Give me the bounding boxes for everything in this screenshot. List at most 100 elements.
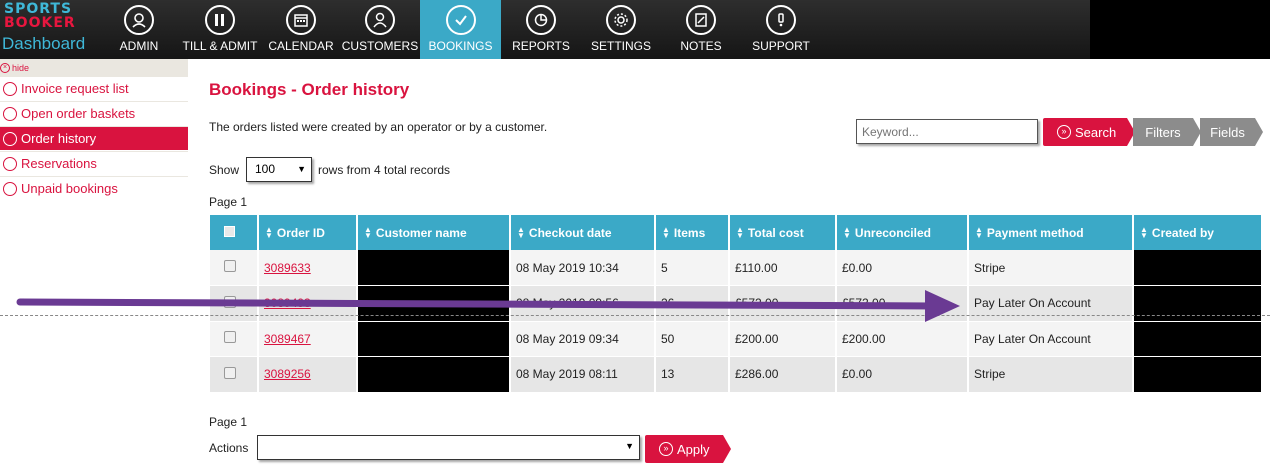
table-row: 3089633 08 May 2019 10:34 5 £110.00 £0.0… <box>210 250 1263 286</box>
customer-name-cell-redacted <box>357 356 511 393</box>
nav-bookings[interactable]: BOOKINGS <box>420 0 501 59</box>
nav-label: REPORTS <box>512 39 570 53</box>
table-header-row: ▲ ▼ Order ID ▲ ▼ Customer name ▲ ▼ Checkout da… <box>210 215 1263 250</box>
circle-icon <box>3 106 17 121</box>
intro-text: The orders listed were created by an ope… <box>209 120 548 134</box>
search-button-label: Search <box>1075 124 1117 140</box>
order-id-link[interactable]: 3089493 <box>264 296 311 310</box>
nav-label: SETTINGS <box>590 39 651 53</box>
column-header-items[interactable]: ▲ ▼ Items <box>655 215 730 250</box>
sidebar-item-order-history[interactable]: Order history <box>0 127 188 151</box>
circle-icon <box>3 156 17 171</box>
select-all-header[interactable] <box>210 215 259 250</box>
fields-button[interactable]: Fields <box>1200 118 1263 146</box>
row-select-cell[interactable] <box>210 250 259 286</box>
sidebar-item-open-order-baskets[interactable]: Open order baskets <box>0 102 188 126</box>
nav-support[interactable]: SUPPORT <box>741 0 821 59</box>
nav-customers[interactable]: CUSTOMERS <box>340 0 420 59</box>
nav-label: NOTES <box>680 39 722 53</box>
sidebar-item-invoice-request-list[interactable]: Invoice request list <box>0 77 188 101</box>
row-checkbox[interactable] <box>224 260 236 272</box>
page-title: Bookings - Order history <box>209 80 410 99</box>
fields-button-label: Fields <box>1210 124 1245 140</box>
row-select-cell[interactable] <box>210 321 259 357</box>
created-by-cell-redacted <box>1133 356 1263 393</box>
rows-per-page-select[interactable]: 100 ▼ <box>246 157 312 182</box>
nav-notes[interactable]: NOTES <box>661 0 741 59</box>
order-id-link[interactable]: 3089633 <box>264 261 311 275</box>
sidebar-item-label: Order history <box>21 131 97 146</box>
column-header-label: Checkout date <box>528 225 612 240</box>
sidebar-item-reservations[interactable]: Reservations <box>0 152 188 176</box>
rows-per-page-value: 100 <box>255 162 276 176</box>
close-icon: × <box>0 63 10 73</box>
redacted-account-area <box>1090 0 1270 59</box>
actions-select[interactable]: ▼ <box>257 435 640 460</box>
nav-label: TILL & ADMIT <box>182 39 258 53</box>
circle-icon <box>3 181 17 196</box>
column-header-unreconciled[interactable]: ▲ ▼ Unreconciled <box>836 215 969 250</box>
top-navigation-bar: SPORTS BOOKER Dashboard ADMIN TILL & ADM… <box>0 0 1270 59</box>
reports-icon <box>526 5 556 35</box>
column-header-total-cost[interactable]: ▲ ▼ Total cost <box>729 215 837 250</box>
customers-icon <box>365 5 395 35</box>
sidebar-item-label: Invoice request list <box>21 81 129 96</box>
nav-reports[interactable]: REPORTS <box>501 0 581 59</box>
nav-label: CUSTOMERS <box>341 39 419 53</box>
sidebar-item-label: Reservations <box>21 156 97 171</box>
column-header-customer-name[interactable]: ▲ ▼ Customer name <box>357 215 511 250</box>
double-chevron-right-icon: » <box>659 442 673 456</box>
sort-icon: ▲ ▼ <box>364 225 372 241</box>
hide-sidebar-link[interactable]: × hide <box>0 62 29 74</box>
apply-button[interactable]: » Apply <box>645 435 731 463</box>
nav-settings[interactable]: SETTINGS <box>581 0 661 59</box>
row-checkbox[interactable] <box>224 295 236 308</box>
circle-icon <box>3 131 17 146</box>
search-button[interactable]: » Search <box>1043 118 1135 146</box>
apply-button-label: Apply <box>677 441 710 457</box>
circle-icon <box>3 81 17 96</box>
order-id-link[interactable]: 3089256 <box>264 367 311 381</box>
total-cost-cell: £200.00 <box>729 321 837 357</box>
nav-till-admit[interactable]: TILL & ADMIT <box>178 0 262 59</box>
records-count-text: rows from 4 total records <box>318 163 451 177</box>
row-select-cell[interactable] <box>210 356 259 393</box>
payment-method-cell: Pay Later On Account <box>968 321 1134 357</box>
filters-button[interactable]: Filters <box>1133 118 1201 146</box>
column-header-label: Payment method <box>986 225 1084 240</box>
unreconciled-cell: £0.00 <box>836 356 969 393</box>
column-header-checkout-date[interactable]: ▲ ▼ Checkout date <box>510 215 656 250</box>
sports-booker-logo[interactable]: SPORTS BOOKER Dashboard <box>0 0 100 59</box>
sort-icon: ▲ ▼ <box>1140 225 1148 241</box>
column-header-created-by[interactable]: ▲ ▼ Created by <box>1133 215 1263 250</box>
table-row: 3089467 08 May 2019 09:34 50 £200.00 £20… <box>210 321 1263 357</box>
customer-name-cell-redacted <box>357 321 511 357</box>
dropdown-arrow-icon: ▼ <box>625 441 634 451</box>
sort-icon: ▲ ▼ <box>736 225 744 241</box>
admin-icon <box>124 5 154 35</box>
row-checkbox[interactable] <box>224 331 236 344</box>
sort-icon: ▲ ▼ <box>975 225 983 241</box>
order-id-link[interactable]: 3089467 <box>264 332 311 346</box>
nav-calendar[interactable]: CALENDAR <box>262 0 340 59</box>
column-header-label: Total cost <box>747 225 804 240</box>
checkout-date-cell: 08 May 2019 10:34 <box>510 250 656 286</box>
search-input[interactable] <box>856 119 1038 144</box>
page-indicator-top: Page 1 <box>209 195 248 209</box>
sidebar-item-label: Open order baskets <box>21 106 136 121</box>
order-id-cell: 3089633 <box>258 250 358 286</box>
sidebar-empty-area <box>0 201 188 465</box>
orders-table: ▲ ▼ Order ID ▲ ▼ Customer name ▲ ▼ Checkout da… <box>210 215 1263 393</box>
column-header-payment-method[interactable]: ▲ ▼ Payment method <box>968 215 1134 250</box>
column-header-label: Unreconciled <box>854 225 931 240</box>
column-header-order-id[interactable]: ▲ ▼ Order ID <box>258 215 358 250</box>
select-all-checkbox[interactable] <box>224 225 235 237</box>
payment-method-cell: Stripe <box>968 356 1134 393</box>
nav-label: SUPPORT <box>752 39 810 53</box>
row-checkbox[interactable] <box>224 366 236 379</box>
nav-label: ADMIN <box>119 39 159 53</box>
sidebar-item-unpaid-bookings[interactable]: Unpaid bookings <box>0 177 188 201</box>
notes-icon <box>686 5 716 35</box>
nav-label: CALENDAR <box>268 39 334 53</box>
nav-admin[interactable]: ADMIN <box>100 0 178 59</box>
